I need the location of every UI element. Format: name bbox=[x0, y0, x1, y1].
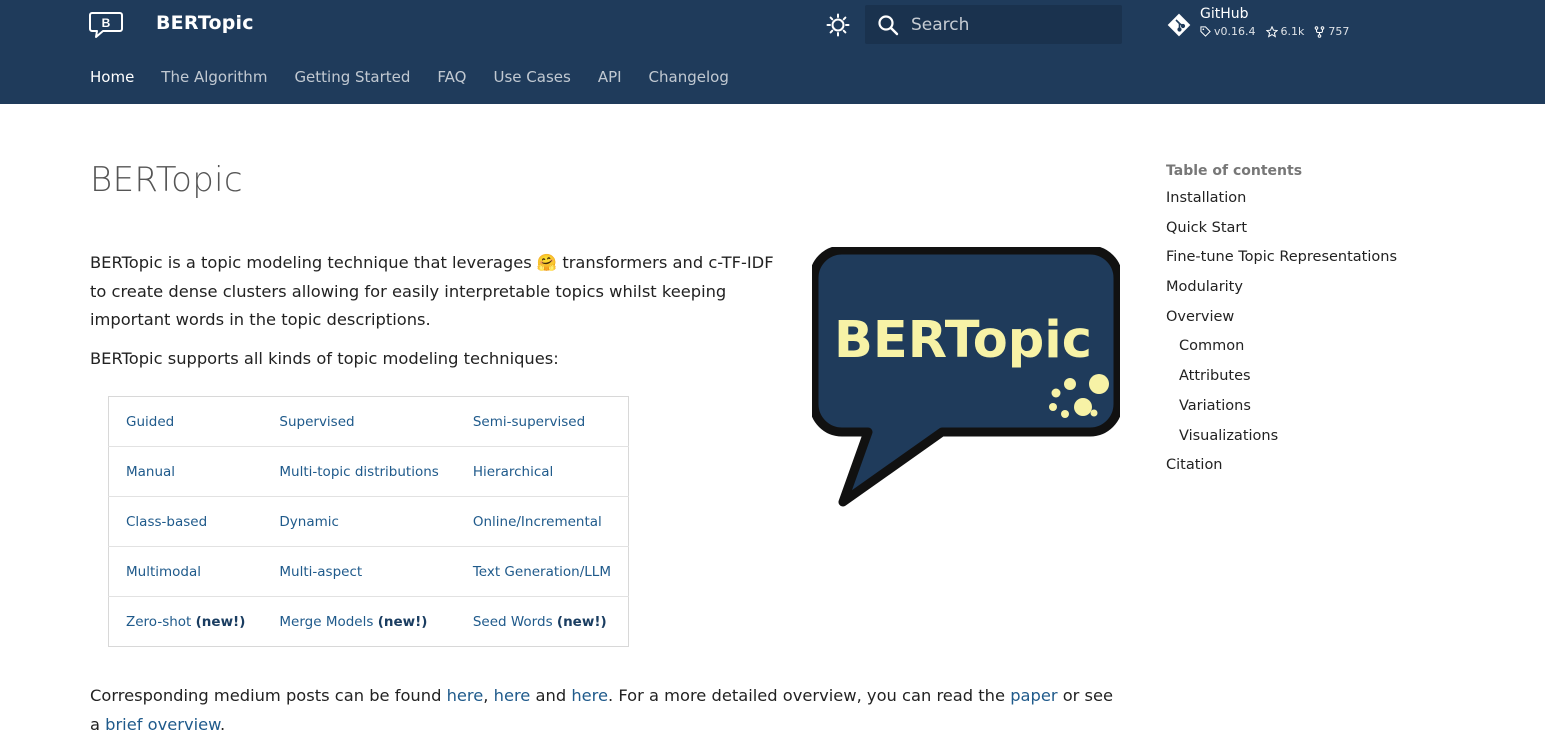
brightness-icon[interactable] bbox=[825, 12, 851, 38]
search-icon bbox=[878, 14, 899, 35]
toc-item-quick-start[interactable]: Quick Start bbox=[1166, 220, 1397, 250]
nav-tabs: Home The Algorithm Getting Started FAQ U… bbox=[90, 68, 756, 86]
tab-changelog[interactable]: Changelog bbox=[649, 68, 729, 86]
technique-link[interactable]: Text Generation/LLM bbox=[473, 564, 611, 580]
medium-link-2[interactable]: here bbox=[494, 686, 531, 705]
tab-api[interactable]: API bbox=[598, 68, 622, 86]
toc-item-overview[interactable]: Overview bbox=[1166, 309, 1397, 339]
brief-overview-link[interactable]: brief overview bbox=[105, 715, 220, 734]
tab-home[interactable]: Home bbox=[90, 68, 134, 86]
technique-link[interactable]: Hierarchical bbox=[473, 464, 553, 480]
table-row: Manual Multi-topic distributions Hierarc… bbox=[108, 446, 629, 497]
table-cell: Seed Words (new!) bbox=[455, 596, 629, 647]
repo-name: GitHub bbox=[1200, 6, 1249, 22]
tab-faq[interactable]: FAQ bbox=[437, 68, 466, 86]
svg-text:B: B bbox=[102, 16, 111, 30]
technique-link[interactable]: Supervised bbox=[279, 414, 354, 430]
table-cell: Manual bbox=[108, 446, 263, 497]
repo-stars: 6.1k bbox=[1265, 25, 1305, 38]
intro-paragraph: BERTopic is a topic modeling technique t… bbox=[90, 249, 785, 335]
site-title[interactable]: BERTopic bbox=[156, 12, 254, 34]
tab-the-algorithm[interactable]: The Algorithm bbox=[161, 68, 267, 86]
table-row: Class-based Dynamic Online/Incremental bbox=[108, 496, 629, 547]
medium-text: and bbox=[530, 686, 572, 705]
new-badge: (new!) bbox=[195, 613, 246, 630]
table-cell: Dynamic bbox=[262, 496, 456, 547]
table-cell: Multi-topic distributions bbox=[262, 446, 456, 497]
medium-text: , bbox=[483, 686, 494, 705]
tag-icon bbox=[1200, 26, 1211, 37]
medium-text: . bbox=[219, 714, 226, 734]
medium-link-1[interactable]: here bbox=[447, 686, 484, 705]
header: B BERTopic GitHub bbox=[0, 0, 1545, 104]
table-row: Multimodal Multi-aspect Text Generation/… bbox=[108, 546, 629, 597]
technique-link[interactable]: Multi-aspect bbox=[279, 564, 362, 580]
medium-text: . For a more detailed overview, you can … bbox=[608, 686, 1011, 705]
git-icon bbox=[1167, 13, 1191, 37]
table-cell: Multi-aspect bbox=[262, 546, 456, 597]
technique-link[interactable]: Multimodal bbox=[126, 564, 201, 580]
table-row: Guided Supervised Semi-supervised bbox=[109, 397, 629, 447]
table-cell: Semi-supervised bbox=[456, 397, 629, 447]
repo-version-text: v0.16.4 bbox=[1214, 25, 1256, 38]
tab-use-cases[interactable]: Use Cases bbox=[493, 68, 570, 86]
medium-link-3[interactable]: here bbox=[571, 686, 608, 705]
table-cell: Hierarchical bbox=[455, 446, 629, 497]
technique-link[interactable]: Multi-topic distributions bbox=[279, 464, 438, 480]
toc-item-fine-tune[interactable]: Fine-tune Topic Representations bbox=[1166, 249, 1397, 279]
intro-text-1: BERTopic is a topic modeling technique t… bbox=[90, 253, 537, 272]
toc-item-variations[interactable]: Variations bbox=[1166, 398, 1397, 428]
table-cell: Text Generation/LLM bbox=[455, 546, 629, 597]
technique-link[interactable]: Zero-shot bbox=[126, 614, 191, 630]
paper-link[interactable]: paper bbox=[1010, 686, 1057, 705]
bertopic-logo-image: BERTopic bbox=[812, 247, 1120, 507]
hugging-face-emoji-icon: 🤗 bbox=[536, 253, 558, 272]
toc-item-common[interactable]: Common bbox=[1166, 338, 1397, 368]
speech-bubble-b-icon[interactable]: B bbox=[89, 11, 123, 39]
new-badge: (new!) bbox=[377, 613, 428, 630]
repo-forks: 757 bbox=[1314, 25, 1349, 38]
table-row: Zero-shot (new!) Merge Models (new!) See… bbox=[108, 596, 629, 647]
search-input[interactable] bbox=[911, 14, 1101, 35]
fork-icon bbox=[1315, 25, 1325, 38]
table-cell: Online/Incremental bbox=[455, 496, 629, 547]
techniques-table: Guided Supervised Semi-supervised Manual… bbox=[108, 396, 629, 647]
table-cell: Zero-shot (new!) bbox=[108, 596, 263, 647]
toc-item-attributes[interactable]: Attributes bbox=[1166, 368, 1397, 398]
tab-getting-started[interactable]: Getting Started bbox=[294, 68, 410, 86]
technique-link[interactable]: Merge Models bbox=[279, 614, 373, 630]
toc-item-installation[interactable]: Installation bbox=[1166, 190, 1397, 220]
technique-link[interactable]: Class-based bbox=[126, 514, 207, 530]
repo-forks-text: 757 bbox=[1328, 25, 1350, 38]
table-of-contents: Table of contents Installation Quick Sta… bbox=[1166, 163, 1397, 487]
technique-link[interactable]: Dynamic bbox=[279, 514, 339, 530]
star-icon bbox=[1265, 25, 1278, 38]
table-cell: Multimodal bbox=[108, 546, 263, 597]
toc-item-modularity[interactable]: Modularity bbox=[1166, 279, 1397, 309]
toc-item-citation[interactable]: Citation bbox=[1166, 457, 1397, 487]
repo-stars-text: 6.1k bbox=[1280, 25, 1305, 38]
table-cell: Guided bbox=[109, 397, 263, 447]
technique-link[interactable]: Semi-supervised bbox=[473, 414, 585, 430]
search-box[interactable] bbox=[865, 5, 1122, 44]
toc-item-visualizations[interactable]: Visualizations bbox=[1166, 428, 1397, 458]
technique-link[interactable]: Manual bbox=[126, 464, 175, 480]
hero-logo-text: BERTopic bbox=[834, 311, 1092, 370]
table-cell: Merge Models (new!) bbox=[262, 596, 456, 647]
supports-text: BERTopic supports all kinds of topic mod… bbox=[90, 349, 559, 368]
table-cell: Class-based bbox=[108, 496, 263, 547]
medium-text: Corresponding medium posts can be found bbox=[90, 686, 447, 705]
new-badge: (new!) bbox=[556, 613, 607, 630]
technique-link[interactable]: Seed Words bbox=[473, 614, 553, 630]
table-cell: Supervised bbox=[262, 397, 455, 447]
github-repo-link[interactable]: GitHub v0.16.4 6.1k 757 bbox=[1166, 6, 1349, 38]
technique-link[interactable]: Guided bbox=[126, 414, 174, 430]
toc-title: Table of contents bbox=[1166, 163, 1303, 179]
medium-posts-paragraph: Corresponding medium posts can be found … bbox=[90, 682, 1120, 739]
repo-version: v0.16.4 bbox=[1200, 25, 1256, 38]
technique-link[interactable]: Online/Incremental bbox=[473, 514, 602, 530]
page-title: BERTopic bbox=[90, 160, 243, 200]
